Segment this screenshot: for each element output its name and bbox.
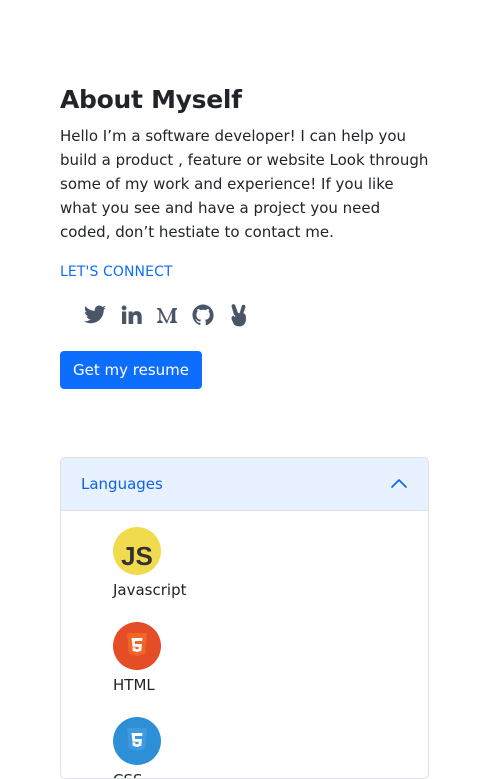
linkedin-icon[interactable] — [118, 302, 144, 328]
twitter-icon[interactable] — [82, 302, 108, 328]
css3-icon — [113, 717, 161, 765]
skills-accordion: Languages JS Javascript HTML CSS — [60, 457, 429, 779]
accordion-header-languages[interactable]: Languages — [61, 458, 428, 511]
language-name: Javascript — [113, 581, 187, 599]
get-resume-button[interactable]: Get my resume — [60, 351, 202, 389]
chevron-up-icon — [391, 479, 407, 488]
svg-text:JS: JS — [121, 541, 153, 571]
social-links — [60, 302, 432, 328]
about-section: About Myself Hello I’m a software develo… — [60, 84, 432, 389]
html5-icon — [113, 622, 161, 670]
accordion-title: Languages — [81, 475, 163, 493]
language-item: CSS — [113, 717, 428, 778]
accordion-body: JS Javascript HTML CSS — [61, 511, 428, 778]
medium-icon[interactable] — [154, 302, 180, 328]
lets-connect-link[interactable]: LET'S CONNECT — [60, 260, 173, 284]
github-icon[interactable] — [190, 302, 216, 328]
language-name: HTML — [113, 676, 155, 694]
about-bio: Hello I’m a software developer! I can he… — [60, 127, 429, 241]
javascript-icon: JS — [113, 527, 161, 575]
language-item: JS Javascript — [113, 527, 428, 602]
language-name: CSS — [113, 768, 428, 778]
about-heading: About Myself — [60, 85, 242, 114]
angellist-icon[interactable] — [226, 302, 252, 328]
language-item: HTML — [113, 622, 428, 697]
